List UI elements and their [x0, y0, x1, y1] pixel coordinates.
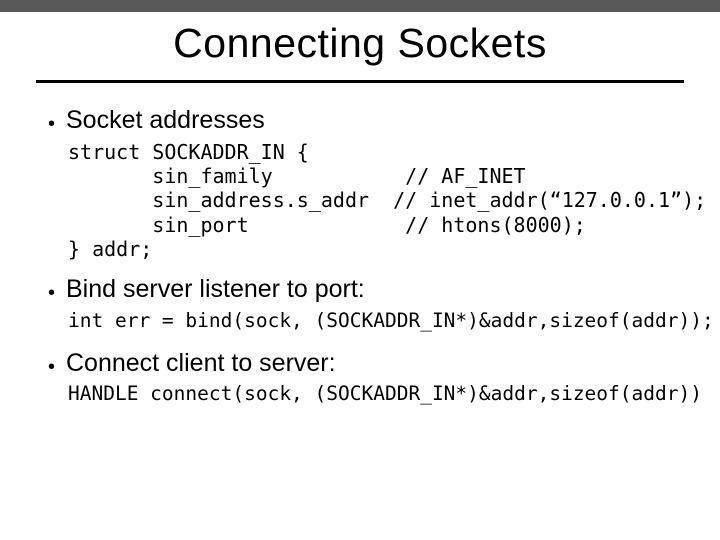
bullet-dot-icon: • — [48, 114, 66, 134]
bullet-socket-addresses: • Socket addresses — [48, 106, 684, 136]
code-line: sin_family // AF_INET — [68, 164, 526, 188]
title-underline — [36, 80, 684, 83]
code-block-connect: HANDLE connect(sock, (SOCKADDR_IN*)&addr… — [68, 382, 684, 406]
code-line: sin_port // htons(8000); — [68, 213, 586, 237]
code-block-struct: struct SOCKADDR_IN { sin_family // AF_IN… — [68, 140, 684, 262]
bullet-bind: • Bind server listener to port: — [48, 275, 684, 305]
code-line: struct SOCKADDR_IN { — [68, 140, 309, 164]
slide-title: Connecting Sockets — [0, 20, 720, 67]
top-accent-bar — [0, 0, 720, 12]
code-line: HANDLE connect(sock, (SOCKADDR_IN*)&addr… — [68, 382, 702, 405]
slide-body: • Socket addresses struct SOCKADDR_IN { … — [48, 104, 684, 422]
code-line: int err = bind(sock, (SOCKADDR_IN*)&addr… — [68, 309, 714, 332]
code-line: } addr; — [68, 237, 152, 261]
bullet-dot-icon: • — [48, 283, 66, 303]
code-line: sin_address.s_addr // inet_addr(“127.0.0… — [68, 188, 706, 212]
bullet-text: Socket addresses — [66, 106, 265, 136]
code-block-bind: int err = bind(sock, (SOCKADDR_IN*)&addr… — [68, 309, 684, 333]
bullet-text: Bind server listener to port: — [66, 275, 365, 305]
slide: { "title": "Connecting Sockets", "bullet… — [0, 0, 720, 540]
bullet-dot-icon: • — [48, 357, 66, 377]
bullet-text: Connect client to server: — [66, 349, 336, 379]
bullet-connect: • Connect client to server: — [48, 349, 684, 379]
